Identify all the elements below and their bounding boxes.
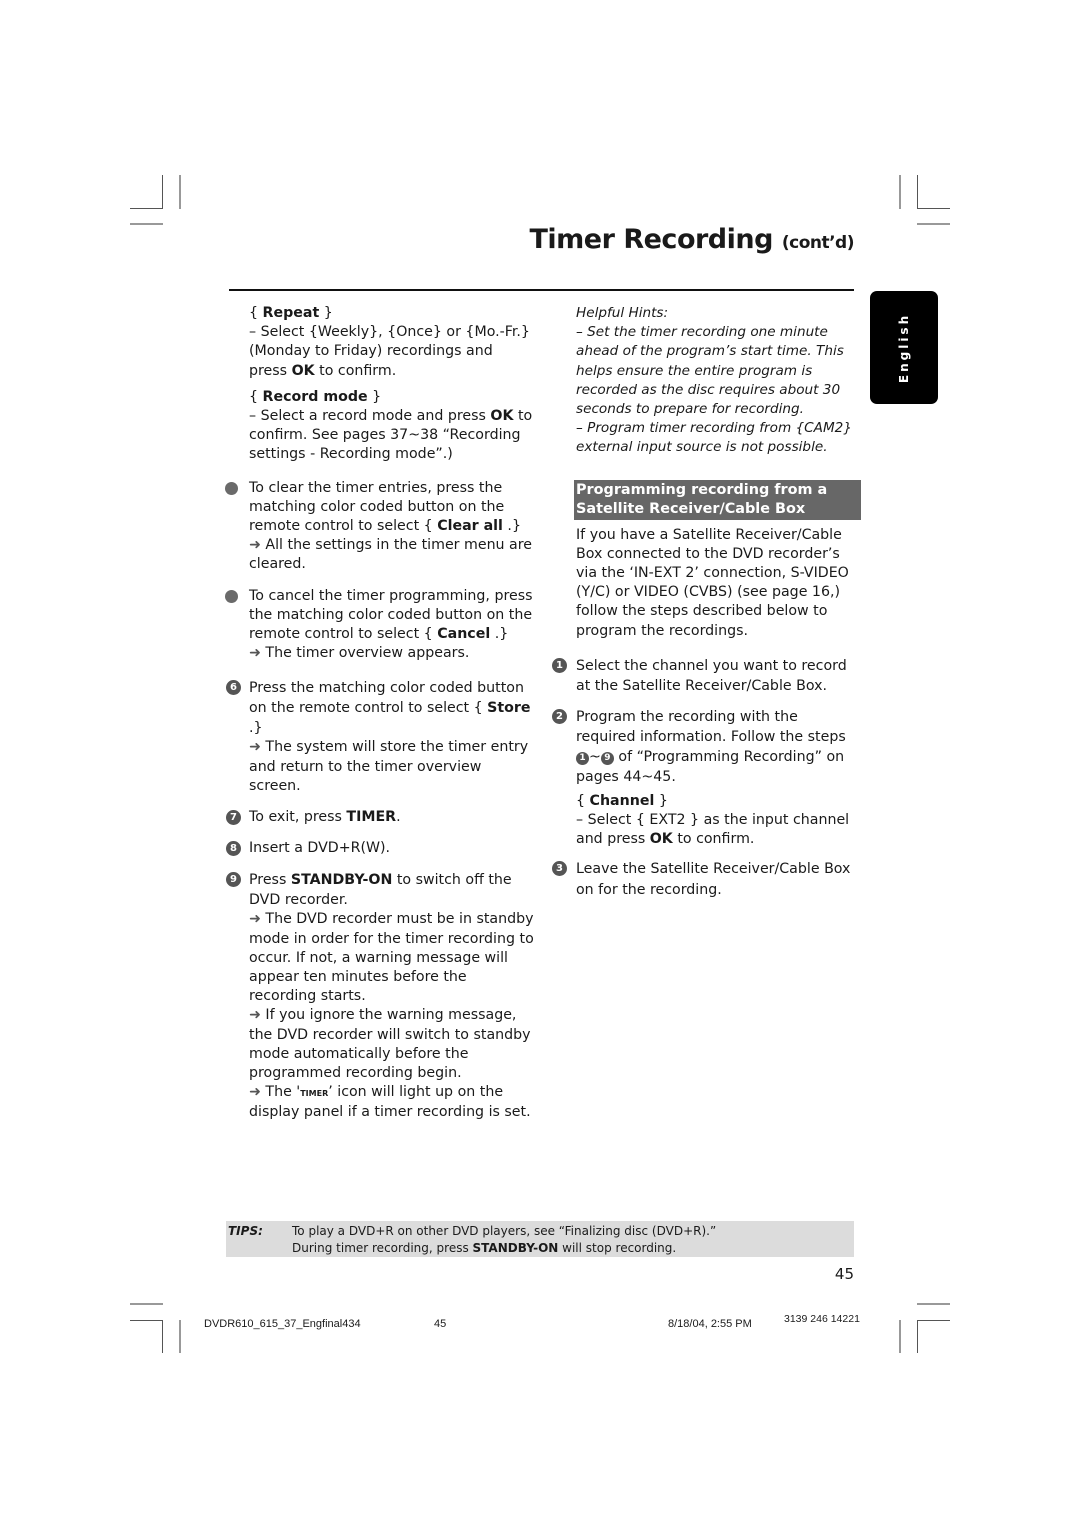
crop-mark xyxy=(179,1320,181,1353)
step-6: 6 Press the matching color coded button … xyxy=(226,678,534,796)
step-7: 7 To exit, press TIMER. xyxy=(226,808,534,827)
arrow-right-icon: ➜ xyxy=(249,1084,261,1101)
helpful-hints: Helpful Hints: – Set the timer recording… xyxy=(576,304,858,458)
step-number-icon: 1 xyxy=(552,657,567,673)
repeat-heading: { Repeat } xyxy=(249,305,333,321)
crop-mark xyxy=(917,175,918,209)
step-number-icon: 8 xyxy=(226,841,241,857)
crop-mark xyxy=(162,1320,163,1353)
sat-step-3: 3 Leave the Satellite Receiver/Cable Box… xyxy=(552,859,858,900)
section-heading: Programming recording from a Satellite R… xyxy=(574,479,861,520)
record-mode-text: – Select a record mode and press OK to c… xyxy=(249,408,533,463)
bullet-cancel: To cancel the timer programming, press t… xyxy=(225,587,534,664)
left-column: { Repeat } – Select {Weekly}, {Once} or … xyxy=(225,304,534,1134)
crop-mark xyxy=(917,223,950,225)
step-ref-icon: 9 xyxy=(600,751,614,765)
crop-mark xyxy=(130,223,163,225)
arrow-right-icon: ➜ xyxy=(249,1007,261,1024)
bullet-icon xyxy=(225,481,238,495)
arrow-right-icon: ➜ xyxy=(249,645,261,662)
arrow-right-icon: ➜ xyxy=(249,739,261,756)
step-ref-icon: 1 xyxy=(576,751,589,765)
step-number-icon: 7 xyxy=(226,810,241,826)
language-tab: English xyxy=(870,291,938,404)
crop-mark xyxy=(179,175,181,209)
repeat-setting: { Repeat } – Select {Weekly}, {Once} or … xyxy=(249,304,534,381)
tips-line-2: During timer recording, press STANDBY-ON… xyxy=(292,1241,677,1255)
hints-title: Helpful Hints: xyxy=(576,305,669,321)
record-mode-heading: { Record mode } xyxy=(249,388,382,405)
footer-page: 45 xyxy=(434,1318,447,1330)
footer-datetime: 8/18/04, 2:55 PM xyxy=(668,1318,752,1330)
hint-item: – Set the timer recording one minute ahe… xyxy=(576,324,844,418)
tips-line-1: To play a DVD+R on other DVD players, se… xyxy=(292,1224,717,1238)
page-number: 45 xyxy=(834,1265,854,1283)
footer-filename: DVDR610_615_37_Engfinal434 xyxy=(204,1318,361,1330)
channel-setting: { Channel } – Select { EXT2 } as the inp… xyxy=(576,792,850,848)
page-title: Timer Recording (cont’d) xyxy=(530,224,855,255)
crop-mark xyxy=(917,1320,918,1353)
title-rule xyxy=(229,289,854,291)
footer-code: 3139 246 14221 xyxy=(784,1313,860,1325)
repeat-text: – Select {Weekly}, {Once} or {Mo.-Fr.} (… xyxy=(249,324,530,379)
step-9: 9 Press STANDBY-ON to switch off the DVD… xyxy=(226,870,534,1121)
page-title-suffix: (cont’d) xyxy=(781,233,855,253)
language-tab-label: English xyxy=(897,312,911,383)
crop-mark xyxy=(162,175,163,209)
crop-mark xyxy=(917,1303,950,1305)
step-8: 8 Insert a DVD+R(W). xyxy=(226,839,534,858)
step-number-icon: 6 xyxy=(226,680,241,696)
arrow-right-icon: ➜ xyxy=(249,537,261,554)
record-mode-setting: { Record mode } – Select a record mode a… xyxy=(249,388,534,465)
arrow-right-icon: ➜ xyxy=(249,911,261,928)
tips-box: TIPS: To play a DVD+R on other DVD playe… xyxy=(226,1221,854,1257)
crop-mark xyxy=(130,1320,163,1321)
tips-label: TIPS: xyxy=(228,1224,263,1238)
crop-mark xyxy=(917,208,950,209)
right-column: Helpful Hints: – Set the timer recording… xyxy=(552,304,861,912)
sat-step-1: 1 Select the channel you want to record … xyxy=(552,656,858,697)
step-number-icon: 2 xyxy=(552,708,567,724)
step-number-icon: 3 xyxy=(552,861,567,877)
crop-mark xyxy=(130,208,163,209)
crop-mark xyxy=(917,1320,950,1321)
step-number-icon: 9 xyxy=(226,872,241,888)
crop-mark xyxy=(130,1303,163,1305)
crop-mark xyxy=(899,1320,901,1353)
bullet-clear-all: To clear the timer entries, press the ma… xyxy=(225,479,534,575)
section-intro: If you have a Satellite Receiver/Cable B… xyxy=(576,526,849,639)
crop-mark xyxy=(899,175,901,209)
hint-item: – Program timer recording from {CAM2} ex… xyxy=(576,420,852,456)
page-title-text: Timer Recording xyxy=(529,224,774,255)
sat-step-2: 2 Program the recording with the require… xyxy=(552,707,858,850)
bullet-icon xyxy=(225,589,238,603)
